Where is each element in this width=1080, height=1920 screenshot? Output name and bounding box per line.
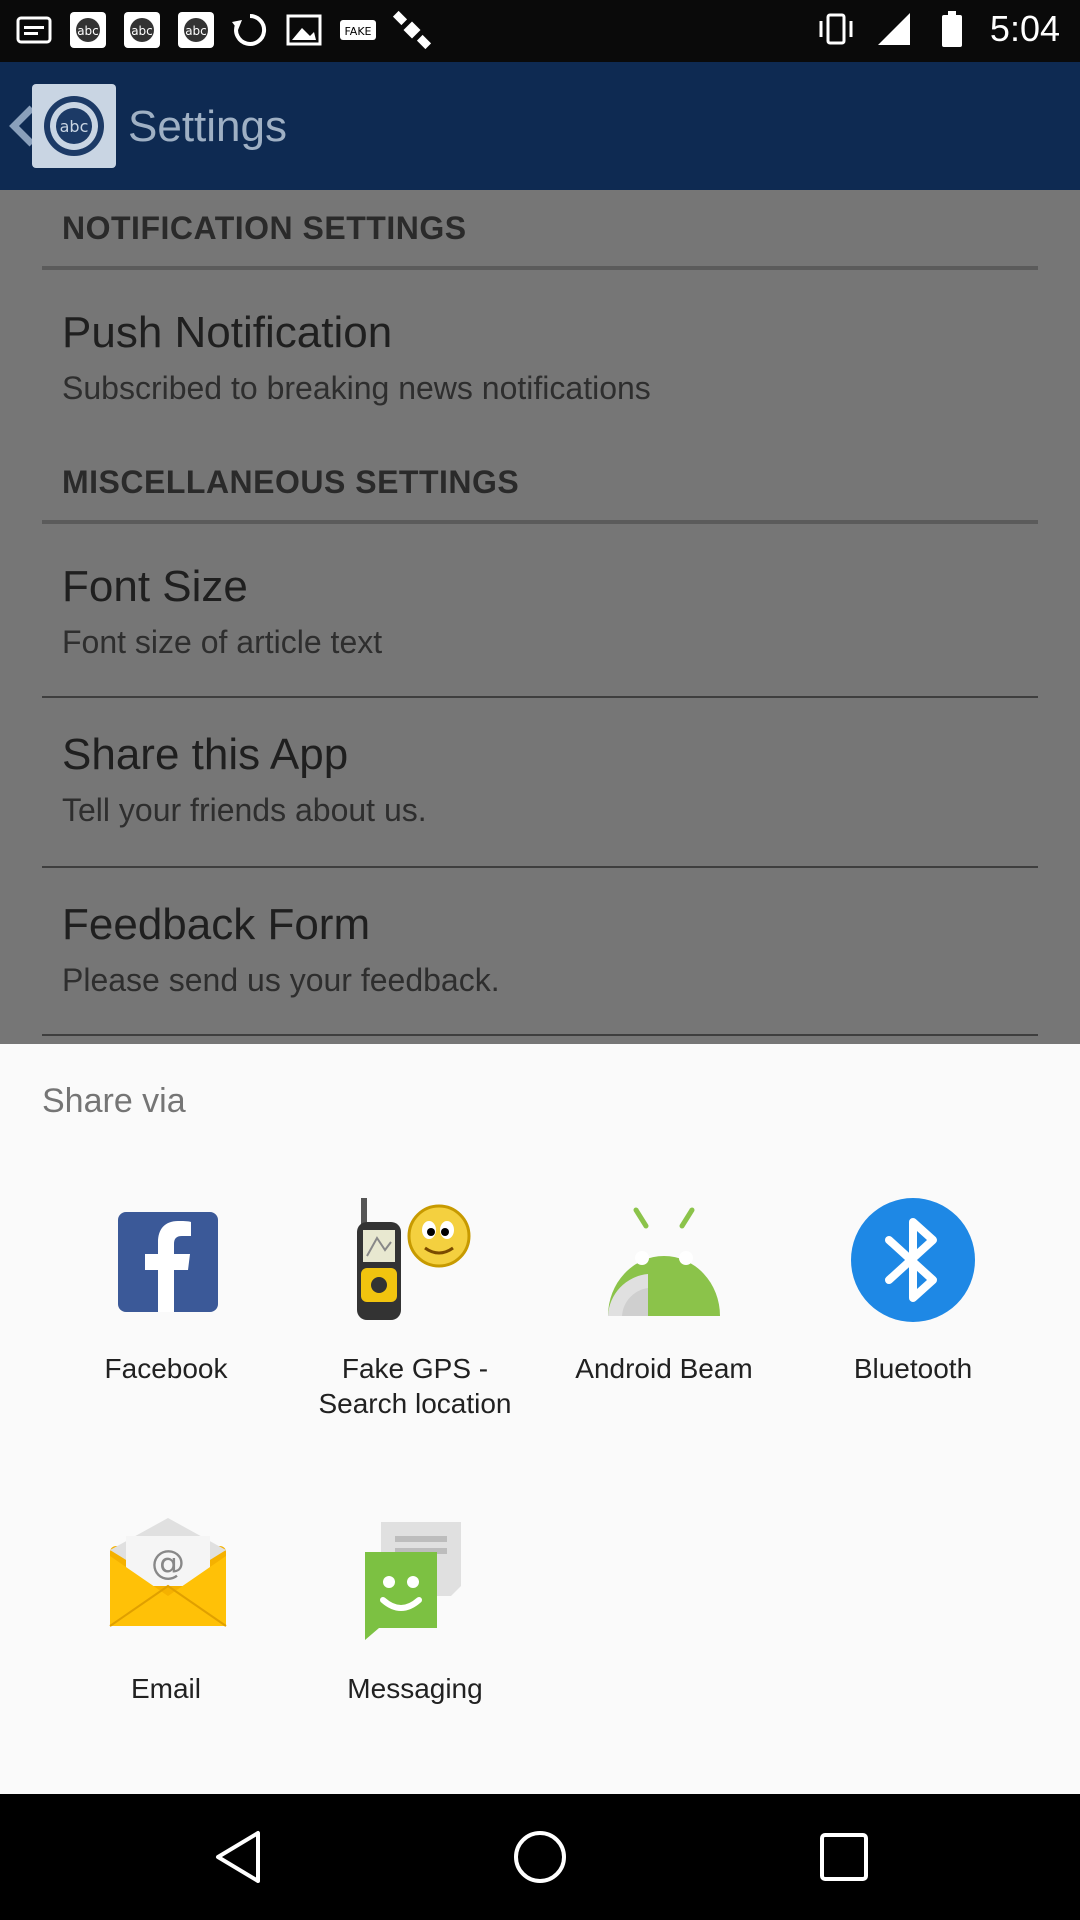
vibrate-icon xyxy=(816,9,856,49)
share-fake-gps[interactable]: Fake GPS - Search location xyxy=(295,1196,535,1421)
android-beam-label: Android Beam xyxy=(575,1353,753,1384)
push-notification-subtitle: Subscribed to breaking news notification… xyxy=(62,370,651,406)
feedback-form-title: Feedback Form xyxy=(62,900,371,949)
status-time: 5:04 xyxy=(989,8,1060,49)
home-button-icon[interactable] xyxy=(510,1827,570,1887)
share-android-beam[interactable]: Android Beam xyxy=(544,1196,784,1386)
messaging-icon xyxy=(365,1522,461,1640)
bluetooth-icon xyxy=(851,1198,975,1322)
divider xyxy=(42,696,1038,698)
svg-text:abc: abc xyxy=(185,24,207,38)
svg-text:abc: abc xyxy=(77,24,99,38)
navigation-bar xyxy=(0,1794,1080,1920)
satellite-icon xyxy=(392,10,432,50)
sync-icon xyxy=(230,10,270,50)
share-email[interactable]: @ Email xyxy=(46,1516,286,1706)
svg-text:abc: abc xyxy=(60,117,89,136)
abc-app-icon: abc xyxy=(122,10,162,50)
facebook-label: Facebook xyxy=(104,1353,228,1384)
share-sheet: Share via Facebook Fake GPS - Search loc… xyxy=(0,1044,1080,1794)
image-icon xyxy=(284,10,324,50)
gps-device-icon xyxy=(357,1198,471,1320)
facebook-icon xyxy=(118,1212,218,1312)
svg-text:abc: abc xyxy=(131,24,153,38)
share-app-subtitle: Tell your friends about us. xyxy=(62,792,427,828)
divider xyxy=(42,266,1038,270)
bluetooth-label: Bluetooth xyxy=(853,1353,973,1384)
android-beam-icon xyxy=(608,1207,720,1316)
push-notification-title: Push Notification xyxy=(62,308,393,357)
notification-icon xyxy=(14,10,54,50)
share-facebook[interactable]: Facebook xyxy=(46,1196,286,1386)
status-bar: abc abc abc FAKE 5:04 xyxy=(0,0,1080,62)
divider xyxy=(42,1034,1038,1036)
email-label: Email xyxy=(130,1673,201,1704)
svg-text:@: @ xyxy=(151,1543,185,1583)
email-icon: @ xyxy=(109,1518,227,1627)
share-bluetooth[interactable]: Bluetooth xyxy=(793,1196,1033,1386)
abc-logo[interactable]: abc xyxy=(32,84,116,168)
battery-icon xyxy=(932,9,972,49)
notification-settings-header: NOTIFICATION SETTINGS xyxy=(62,210,467,246)
back-button-icon[interactable] xyxy=(210,1827,270,1887)
page-title: Settings xyxy=(128,102,287,151)
share-via-title: Share via xyxy=(42,1082,186,1120)
miscellaneous-settings-header: MISCELLANEOUS SETTINGS xyxy=(62,464,520,500)
font-size-title: Font Size xyxy=(62,562,248,611)
share-app-title: Share this App xyxy=(62,730,349,779)
font-size-subtitle: Font size of article text xyxy=(62,624,383,660)
feedback-form-subtitle: Please send us your feedback. xyxy=(62,962,500,998)
abc-app-icon: abc xyxy=(68,10,108,50)
divider xyxy=(42,866,1038,868)
app-bar: abc Settings xyxy=(0,62,1080,190)
abc-app-icon: abc xyxy=(176,10,216,50)
settings-list: NOTIFICATION SETTINGS Push Notification … xyxy=(0,190,1080,1044)
signal-icon xyxy=(874,9,914,49)
svg-text:FAKE: FAKE xyxy=(344,25,371,38)
divider xyxy=(42,520,1038,524)
recents-button-icon[interactable] xyxy=(814,1827,874,1887)
share-messaging[interactable]: Messaging xyxy=(295,1516,535,1706)
fake-label-icon: FAKE xyxy=(338,10,378,50)
fake-gps-label: Fake GPS - Search location xyxy=(318,1353,512,1419)
messaging-label: Messaging xyxy=(347,1673,483,1704)
